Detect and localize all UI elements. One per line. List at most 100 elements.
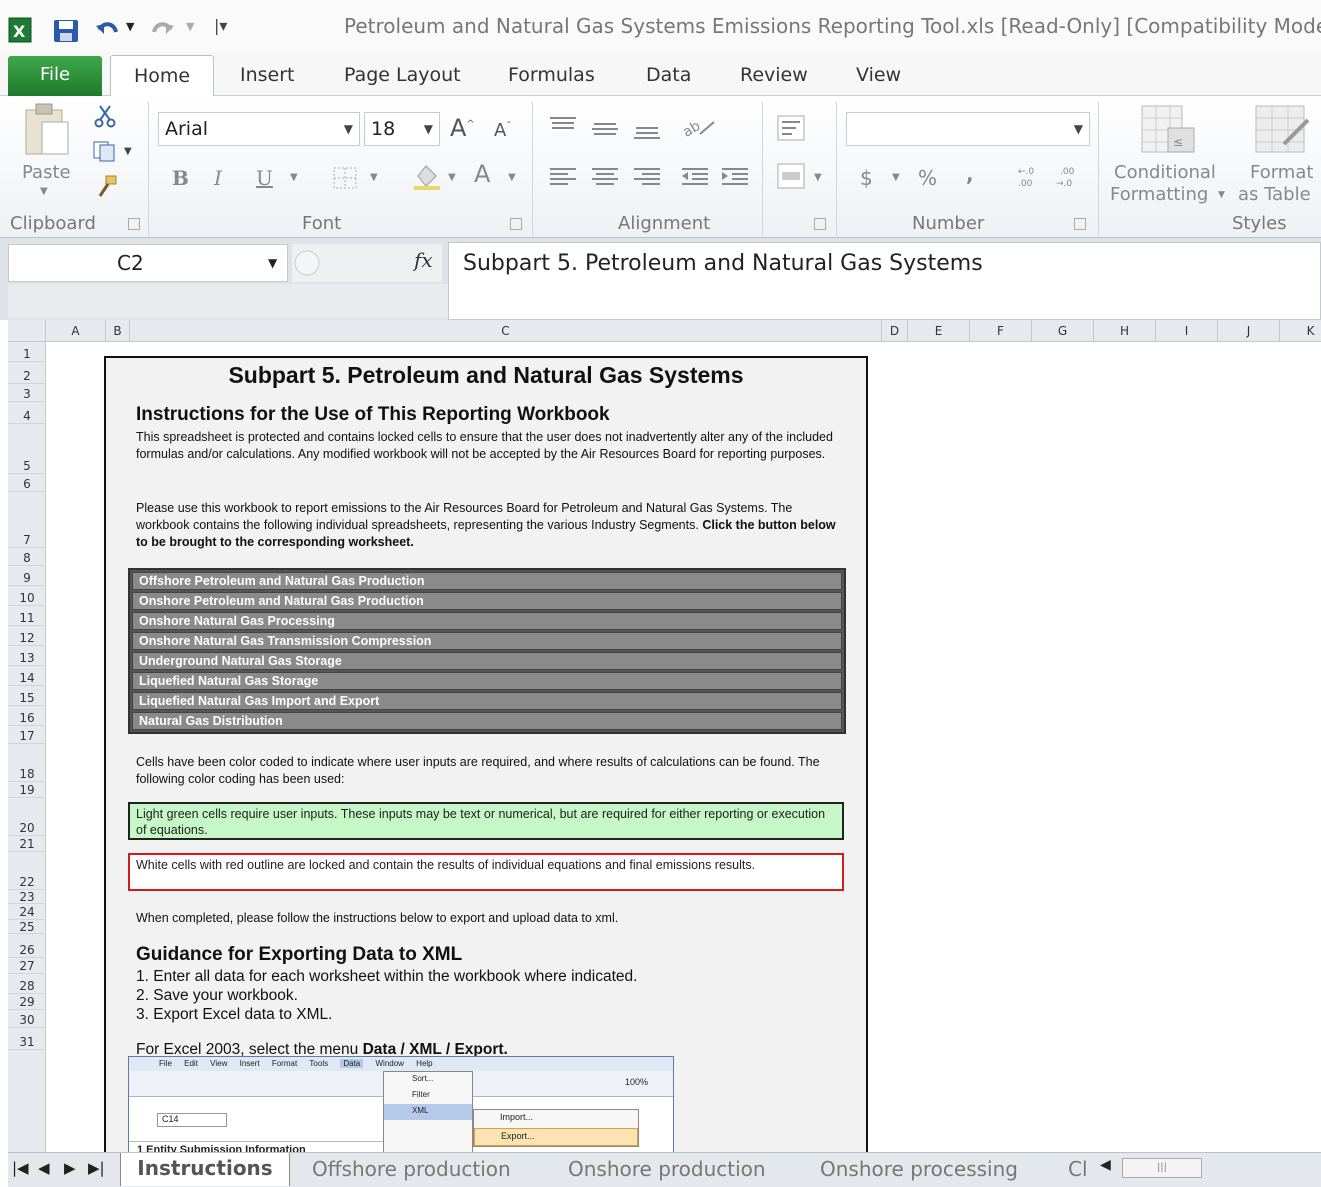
paste-label[interactable]: Paste [22, 162, 71, 183]
row-header[interactable]: 30 [8, 1010, 46, 1028]
row-header[interactable]: 1 [8, 342, 46, 362]
format-as-table-label-1[interactable]: Format [1250, 162, 1313, 183]
horizontal-scrollbar[interactable]: ◀ ||| [1100, 1157, 1321, 1181]
row-header[interactable]: 15 [8, 686, 46, 706]
paste-icon[interactable] [22, 102, 72, 158]
row-header[interactable]: 23 [8, 890, 46, 904]
row-header[interactable]: 21 [8, 836, 46, 852]
font-color-icon[interactable]: A [474, 160, 490, 188]
shrink-font-icon[interactable]: Aˇ [494, 120, 511, 141]
merge-center-icon[interactable] [776, 162, 808, 190]
align-right-icon[interactable] [632, 166, 662, 188]
font-name-combo[interactable]: Arial ▼ [158, 112, 360, 146]
column-header-h[interactable]: H [1094, 320, 1156, 342]
fill-color-dropdown-icon[interactable]: ▼ [448, 172, 456, 183]
row-header[interactable]: 7 [8, 492, 46, 548]
row-header[interactable]: 8 [8, 548, 46, 566]
bottom-align-icon[interactable] [632, 124, 662, 144]
number-format-combo[interactable]: ▼ [846, 112, 1090, 146]
row-header[interactable]: 27 [8, 958, 46, 974]
format-as-table-label-2[interactable]: as Table [1238, 184, 1311, 205]
sheet-tab-onshore-processing[interactable]: Onshore processing [820, 1155, 1018, 1185]
customize-qat-icon[interactable]: |▾ [214, 16, 227, 35]
orientation-icon[interactable]: ab [680, 114, 720, 140]
segment-button-onshore-processing[interactable]: Onshore Natural Gas Processing [132, 612, 842, 630]
sheet-title[interactable]: Subpart 5. Petroleum and Natural Gas Sys… [106, 362, 866, 389]
format-painter-icon[interactable] [94, 174, 120, 200]
undo-dropdown-icon[interactable]: ▼ [126, 20, 134, 33]
row-header[interactable]: 24 [8, 904, 46, 920]
row-header[interactable]: 5 [8, 424, 46, 474]
bold-button[interactable]: B [172, 166, 189, 190]
row-header[interactable]: 25 [8, 920, 46, 934]
next-sheet-icon[interactable]: ▶ [64, 1159, 76, 1177]
row-header[interactable]: 19 [8, 782, 46, 798]
column-header-d[interactable]: D [882, 320, 908, 342]
italic-button[interactable]: I [214, 166, 222, 190]
segment-button-onshore-production[interactable]: Onshore Petroleum and Natural Gas Produc… [132, 592, 842, 610]
currency-button[interactable]: $ [860, 166, 873, 190]
decrease-decimal-icon[interactable]: .00→.0 [1054, 164, 1086, 190]
decrease-indent-icon[interactable] [680, 166, 710, 188]
increase-indent-icon[interactable] [720, 166, 750, 188]
column-header-j[interactable]: J [1218, 320, 1280, 342]
scroll-left-icon[interactable]: ◀ [1100, 1157, 1111, 1173]
segment-button-lng-import-export[interactable]: Liquefied Natural Gas Import and Export [132, 692, 842, 710]
row-header[interactable]: 29 [8, 994, 46, 1010]
conditional-formatting-label-2[interactable]: Formatting [1110, 184, 1208, 205]
sheet-tab-onshore-production[interactable]: Onshore production [568, 1155, 766, 1185]
segment-button-transmission-compression[interactable]: Onshore Natural Gas Transmission Compres… [132, 632, 842, 650]
tab-insert[interactable]: Insert [240, 64, 295, 86]
row-header[interactable]: 13 [8, 646, 46, 666]
select-all-corner[interactable] [8, 320, 46, 342]
tab-data[interactable]: Data [646, 64, 691, 86]
merge-dropdown-icon[interactable]: ▼ [814, 172, 822, 183]
scroll-thumb[interactable]: ||| [1122, 1158, 1202, 1178]
row-header[interactable]: 4 [8, 402, 46, 424]
sheet-tab-truncated[interactable]: Cl [1068, 1155, 1088, 1185]
column-header-i[interactable]: I [1156, 320, 1218, 342]
row-header[interactable]: 22 [8, 852, 46, 890]
increase-decimal-icon[interactable]: ←.0.00 [1014, 164, 1046, 190]
alignment-launcher-icon[interactable] [814, 218, 826, 230]
align-center-icon[interactable] [590, 166, 620, 188]
tab-formulas[interactable]: Formulas [508, 64, 595, 86]
copy-dropdown-icon[interactable]: ▼ [124, 146, 132, 157]
row-header[interactable]: 11 [8, 606, 46, 626]
font-size-dropdown-icon[interactable]: ▼ [424, 113, 433, 145]
row-header[interactable]: 26 [8, 934, 46, 958]
middle-align-icon[interactable] [590, 120, 620, 140]
underline-button[interactable]: U [256, 166, 273, 190]
fill-color-icon[interactable] [412, 162, 442, 190]
number-launcher-icon[interactable] [1074, 218, 1086, 230]
row-header[interactable]: 17 [8, 726, 46, 744]
formula-input[interactable]: Subpart 5. Petroleum and Natural Gas Sys… [448, 242, 1321, 320]
column-header-k[interactable]: K [1280, 320, 1321, 342]
insert-function-icon[interactable]: fx [414, 248, 433, 272]
conditional-formatting-icon[interactable]: ≤ [1140, 104, 1198, 156]
segment-button-underground-storage[interactable]: Underground Natural Gas Storage [132, 652, 842, 670]
row-header[interactable]: 16 [8, 706, 46, 726]
paste-dropdown-icon[interactable]: ▼ [40, 186, 48, 197]
row-header[interactable]: 9 [8, 566, 46, 586]
row-header[interactable]: 20 [8, 798, 46, 836]
segment-button-offshore-production[interactable]: Offshore Petroleum and Natural Gas Produ… [132, 572, 842, 590]
align-left-icon[interactable] [548, 166, 578, 188]
font-size-combo[interactable]: 18 ▼ [364, 112, 440, 146]
tab-review[interactable]: Review [740, 64, 808, 86]
segment-button-lng-storage[interactable]: Liquefied Natural Gas Storage [132, 672, 842, 690]
column-header-b[interactable]: B [106, 320, 130, 342]
number-format-dropdown-icon[interactable]: ▼ [1074, 113, 1083, 145]
sheet-tab-offshore-production[interactable]: Offshore production [312, 1155, 511, 1185]
row-header[interactable]: 2 [8, 362, 46, 384]
column-header-e[interactable]: E [908, 320, 970, 342]
column-header-f[interactable]: F [970, 320, 1032, 342]
tab-view[interactable]: View [856, 64, 901, 86]
sheet-tab-instructions[interactable]: Instructions [120, 1153, 290, 1186]
row-header[interactable]: 14 [8, 666, 46, 686]
tab-file[interactable]: File [8, 56, 102, 96]
conditional-formatting-dropdown-icon[interactable]: ▼ [1218, 190, 1225, 200]
font-launcher-icon[interactable] [510, 218, 522, 230]
row-header[interactable]: 18 [8, 744, 46, 782]
worksheet-grid[interactable]: A B C D E F G H I J K 1 2 3 4 5 6 7 8 9 10 11 12 13 1… [8, 320, 1321, 1152]
